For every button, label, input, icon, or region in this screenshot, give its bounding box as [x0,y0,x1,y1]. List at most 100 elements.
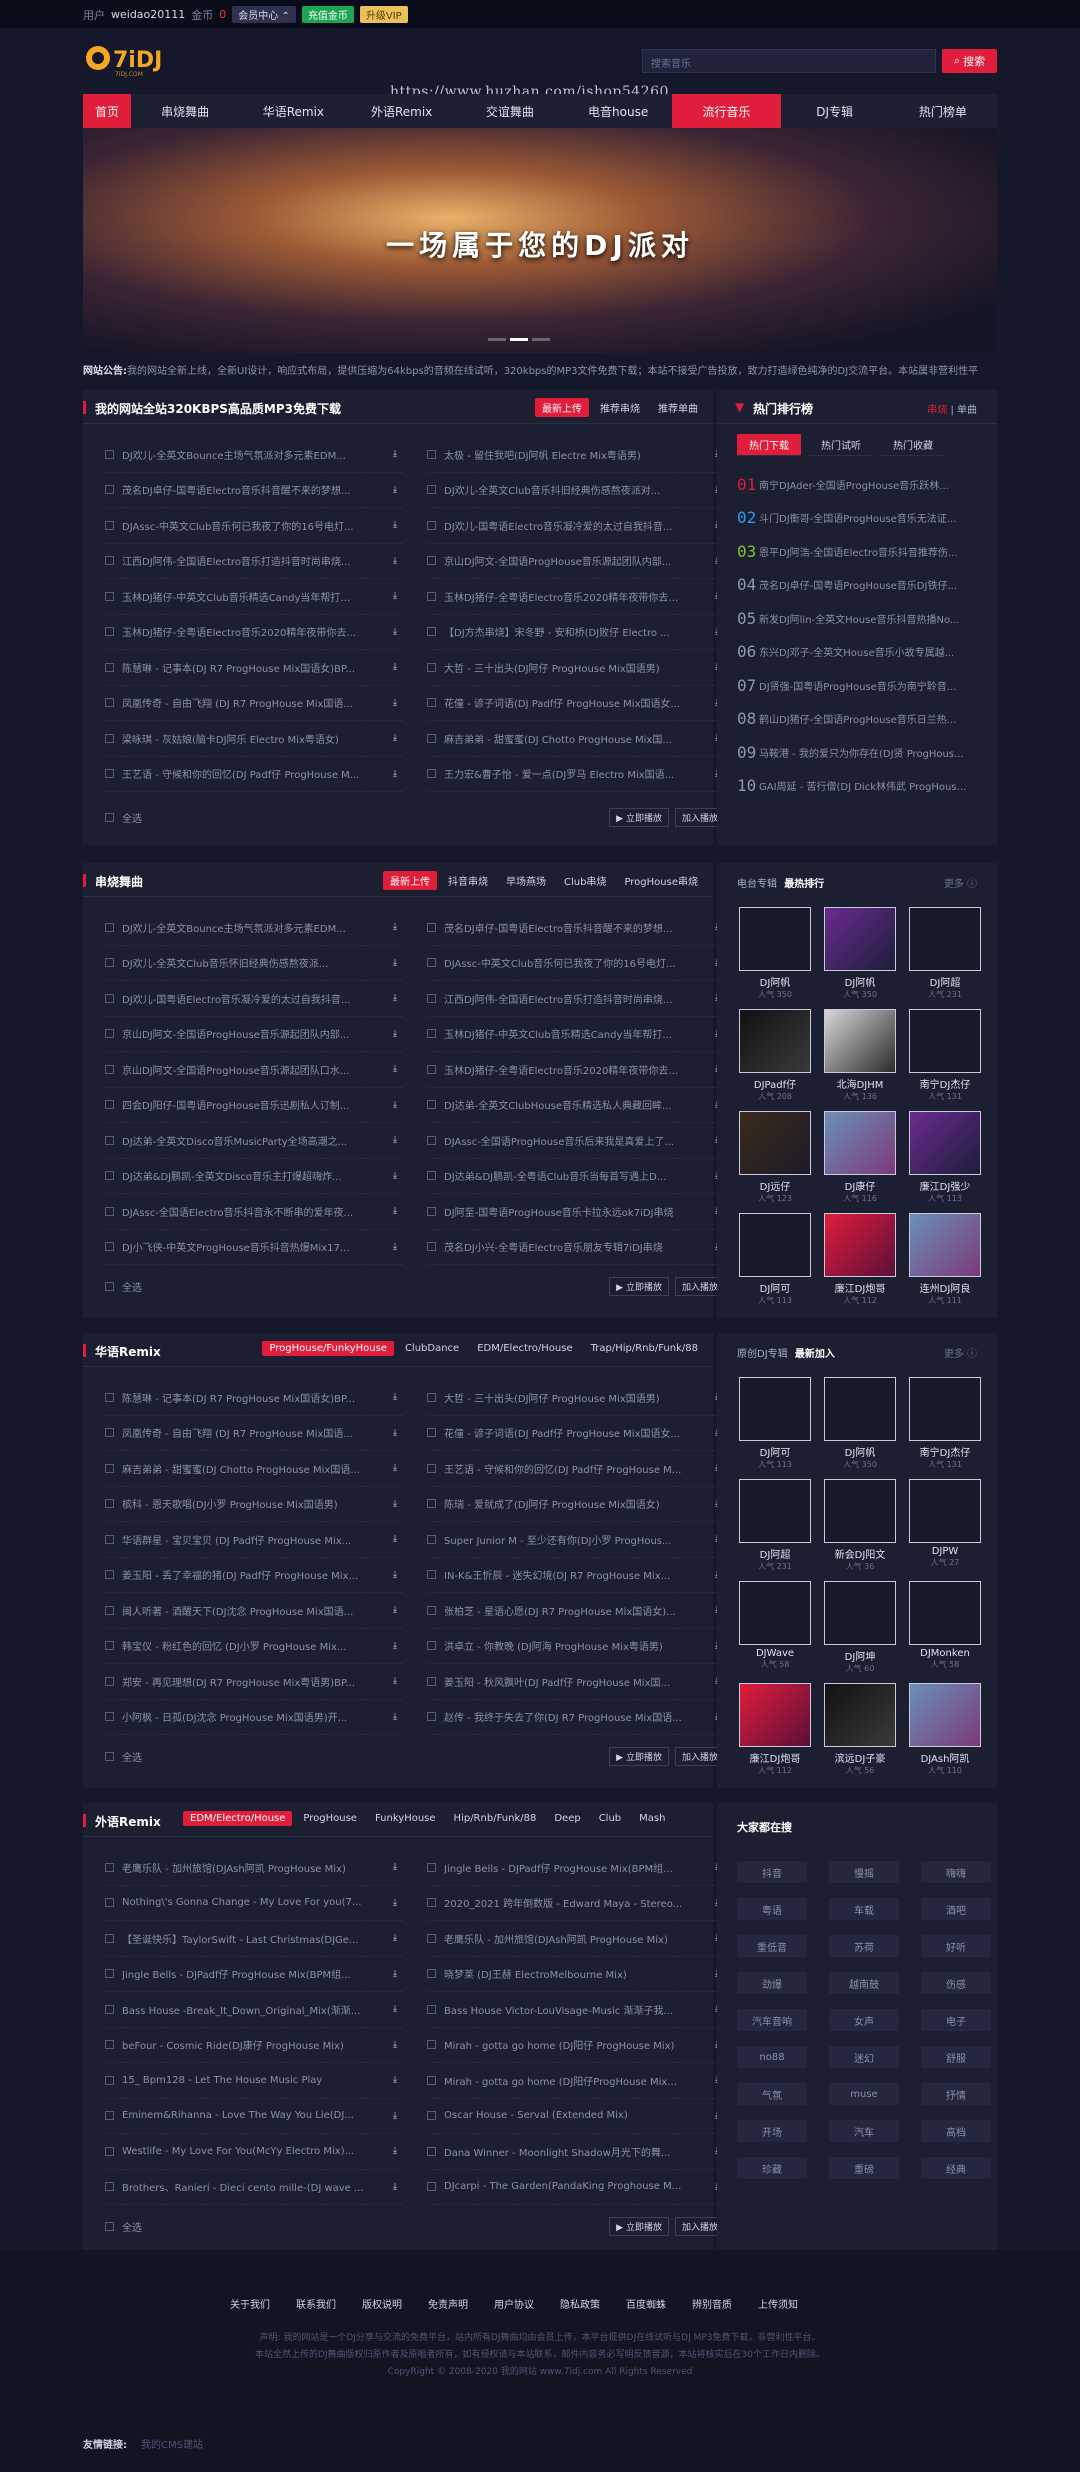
album-name[interactable]: 连州DJ阿良 [909,1280,981,1295]
song-item[interactable]: DJAssc-中英文Club音乐何已我夜了你的16号电灯... ⤓ [105,508,403,544]
song-checkbox[interactable] [105,2004,114,2014]
song-title[interactable]: 太极 - 留住我吧(DJ阿帆 Electre Mix粤语男) [444,447,709,462]
song-checkbox[interactable] [427,485,436,495]
song-item[interactable]: IN-K&王忻辰 - 迷失幻境(DJ R7 ProgHouse Mix...⤓ [427,1558,725,1593]
song-checkbox[interactable] [105,1499,114,1509]
select-all-checkbox[interactable] [105,1281,114,1291]
album-cover[interactable] [739,1683,811,1747]
album-card[interactable]: DJ康仔 人气 116 [824,1111,896,1209]
song-title[interactable]: 老鹰乐队 - 加州旅馆(DJAsh阿凯 ProgHouse Mix) [444,1931,709,1946]
search-tag[interactable]: 重低音 [737,1935,807,1957]
footer-link[interactable]: 关于我们 [230,2296,270,2311]
album-cover[interactable] [739,1377,811,1441]
song-checkbox[interactable] [105,1969,114,1979]
download-icon[interactable]: ⤓ [393,1605,403,1615]
album-name[interactable]: DJ阿坤 [824,1648,896,1663]
download-icon[interactable]: ⤓ [393,2182,403,2192]
footer-link[interactable]: 联系我们 [296,2296,336,2311]
song-checkbox[interactable] [105,1933,114,1943]
album-name[interactable]: DJWave [739,1648,811,1659]
album-name[interactable]: DJMonken [909,1648,981,1659]
song-item[interactable]: 小阿枫 - 日孤(DJ沈念 ProgHouse Mix国语男)开... ⤓ [105,1700,403,1735]
song-checkbox[interactable] [105,485,114,495]
album-name[interactable]: DJ阿帆 [824,1444,896,1459]
rank-item[interactable]: 10 GAI周延 - 苦行僧(DJ Dick林伟武 ProgHouse... [737,770,967,802]
nav-foreign-remix[interactable]: 外语Remix [348,94,456,128]
song-item[interactable]: 陈慧琳 - 记事本(DJ R7 ProgHouse Mix国语女)BP... ⤓ [105,1380,403,1416]
rank-title[interactable]: 斗门DJ衡哥-全国语ProgHouse音乐无法证... [759,510,967,525]
rank-item[interactable]: 04 茂名DJ卓仔-国粤语ProgHouse音乐DJ铁仔... [737,569,967,601]
rank-title[interactable]: GAI周延 - 苦行僧(DJ Dick林伟武 ProgHouse... [759,778,967,793]
vip-button[interactable]: 升级VIP [359,6,408,23]
album-card[interactable]: DJ远仔 人气 123 [739,1111,811,1209]
search-tag[interactable]: 汽车音响 [737,2009,807,2031]
song-title[interactable]: DJ欢儿-国粤语Electro音乐凝冷爱的太过自我抖音... [444,518,709,533]
search-tag[interactable]: 舒服 [921,2046,991,2068]
song-title[interactable]: DJ达弟&DJ鹏凯-全英文Disco音乐主打爆超嗨炸... [122,1168,387,1183]
download-icon[interactable]: ⤓ [393,1206,403,1216]
song-title[interactable]: 大哲 - 三十出头(DJ阿仔 ProgHouse Mix国语男) [444,660,709,675]
song-title[interactable]: Oscar House - Serval (Extended Mix) [444,2110,709,2121]
song-item[interactable]: 王艺语 - 守候和你的回忆(DJ Padf仔 ProgHouse M... ⤓ [105,757,403,792]
song-title[interactable]: 槟科 - 恩天歌唱(DJ小罗 ProgHouse Mix国语男) [122,1496,387,1511]
download-icon[interactable]: ⤓ [393,1898,403,1908]
nav-albums[interactable]: DJ专辑 [781,94,889,128]
song-item[interactable]: 凤凰传奇 - 自由飞翔 (DJ R7 ProgHouse Mix国语... ⤓ [105,1416,403,1451]
song-checkbox[interactable] [105,2146,114,2156]
album-card[interactable]: DJMonken 人气 58 [909,1581,981,1679]
album-card[interactable]: 廉江DJ炮哥 人气 112 [739,1683,811,1781]
nav-medley[interactable]: 串烧舞曲 [131,94,239,128]
song-item[interactable]: 【圣诞快乐】TaylorSwift - Last Christmas(DJGe.… [105,1921,403,1957]
rank-title[interactable]: 马鞍港 - 我的爱只为你存在(DJ贤 ProgHous... [759,745,967,760]
song-item[interactable]: Mirah - gotta go home (DJ阳仔ProgHouse Mix… [427,2063,725,2099]
album-cover[interactable] [909,1479,981,1543]
song-title[interactable]: 2020_2021 跨年倒数版 - Edward Maya - Stereo..… [444,1895,709,1910]
song-checkbox[interactable] [105,556,114,566]
song-item[interactable]: Mirah - gotta go home (DJ阳仔 ProgHouse Mi… [427,2028,725,2063]
song-item[interactable]: Bass House Victor-LouVisage-Music 渐渐子我..… [427,1992,725,2028]
search-tag[interactable]: 劲爆 [737,1972,807,1994]
song-title[interactable]: DJ达弟-全英文Disco音乐MusicParty全场高潮之... [122,1133,387,1148]
album-name[interactable]: DJ阿帆 [824,974,896,989]
song-title[interactable]: DJAssc-全国语Electro音乐抖音永不断串的爱年夜... [122,1204,387,1219]
download-icon[interactable]: ⤓ [393,449,403,459]
song-item[interactable]: 江西DJ阿伟-全国语Electro音乐打造抖音时尚串烧...⤓ [427,981,725,1017]
album-cover[interactable] [824,1377,896,1441]
song-checkbox[interactable] [427,1064,436,1074]
download-icon[interactable]: ⤓ [393,1676,403,1686]
song-checkbox[interactable] [105,1712,114,1722]
song-title[interactable]: Mirah - gotta go home (DJ阳仔 ProgHouse Mi… [444,2037,709,2052]
song-item[interactable]: 江西DJ阿伟-全国语Electro音乐打造抖音时尚串烧...⤓ [105,544,403,579]
song-item[interactable]: 玉林DJ猪仔-中英文Club音乐精选Candy当年帮打... ⤓ [105,579,403,615]
song-checkbox[interactable] [105,1428,114,1438]
panel-tab[interactable]: Deep [547,1811,587,1826]
song-checkbox[interactable] [105,958,114,968]
song-checkbox[interactable] [427,922,436,932]
song-item[interactable]: 槟科 - 恩天歌唱(DJ小罗 ProgHouse Mix国语男) ⤓ [105,1487,403,1522]
album-name[interactable]: DJ阿可 [739,1280,811,1295]
song-title[interactable]: Eminem&Rihanna - Love The Way You Lie(DJ… [122,2110,387,2121]
album-cover[interactable] [909,1111,981,1175]
panel-tab[interactable]: 最新上传 [382,871,437,890]
song-item[interactable]: DJ欢儿-国粤语Electro音乐凝冷爱的太过自我抖音...⤓ [427,508,725,544]
song-item[interactable]: 太极 - 留住我吧(DJ阿帆 Electre Mix粤语男)⤓ [427,437,725,473]
song-title[interactable]: Bass House -Break_It_Down_Original_Mix(渐… [122,2002,387,2017]
song-checkbox[interactable] [427,1969,436,1979]
search-tag[interactable]: 重磅 [829,2157,899,2179]
song-item[interactable]: Jingle Bells - DJPadf仔 ProgHouse Mix(BPM… [427,1850,725,1886]
album-cover[interactable] [739,1111,811,1175]
song-item[interactable]: DJ欢儿-全英文Club音乐怀旧经典伤感熬夜派... ⤓ [105,946,403,981]
song-item[interactable]: 老鹰乐队 - 加州旅馆(DJAsh阿凯 ProgHouse Mix) ⤓ [105,1850,403,1886]
song-item[interactable]: DJ欢儿-全英文Club音乐抖旧经典伤感熬夜派对...⤓ [427,473,725,508]
search-tag[interactable]: 嗨嗨 [921,1861,991,1883]
select-all-checkbox[interactable] [105,812,114,822]
charge-button[interactable]: 充值金币 [301,6,354,23]
footer-link[interactable]: 免责声明 [428,2296,468,2311]
song-title[interactable]: Westlife - My Love For You(McYy Electro … [122,2146,387,2157]
song-item[interactable]: Super Junior M - 至少还有你(DJ小罗 ProgHous...⤓ [427,1522,725,1558]
download-icon[interactable]: ⤓ [393,958,403,968]
download-icon[interactable]: ⤓ [393,1534,403,1544]
search-tag[interactable]: 女声 [829,2009,899,2031]
song-title[interactable]: DJcarpi - The Garden(PandaKing Proghouse… [444,2181,709,2192]
song-title[interactable]: 茂名DJ卓仔-国粤语Electro音乐抖音醒不来的梦想... [122,482,387,497]
